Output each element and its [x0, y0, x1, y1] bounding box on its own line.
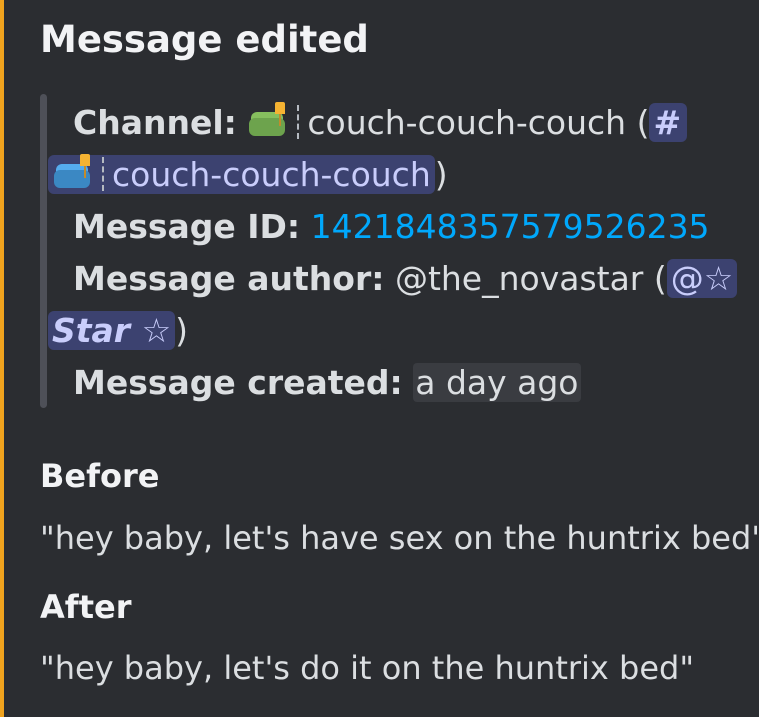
- channel-mention-continued: couch-couch-couch): [48, 149, 448, 201]
- author-username: @the_novastar: [394, 259, 644, 298]
- channel-mention[interactable]: couch-couch-couch: [48, 152, 435, 194]
- after-title: After: [40, 588, 132, 626]
- before-text: "hey baby, let's have sex on the huntrix…: [40, 519, 759, 557]
- message-created-field: Message created: a day ago: [73, 357, 581, 409]
- embed-accent-bar: [0, 0, 4, 717]
- divider-icon: [297, 105, 300, 139]
- blockquote-bar: [40, 94, 47, 408]
- message-id-field: Message ID: 1421848357579526235: [73, 201, 710, 253]
- channel-close-paren: ): [434, 155, 448, 194]
- hash-icon: #: [653, 103, 682, 142]
- message-id-label: Message ID:: [73, 207, 301, 246]
- author-open-paren: (: [653, 259, 667, 298]
- after-text: "hey baby, let's do it on the huntrix be…: [40, 649, 695, 687]
- user-mention-continued: Star ☆): [48, 305, 188, 357]
- embed-title: Message edited: [40, 18, 369, 61]
- channel-mention-name: couch-couch-couch: [112, 155, 431, 194]
- user-mention-name[interactable]: Star ☆: [48, 311, 176, 350]
- channel-open-paren: (: [636, 103, 650, 142]
- user-mention-prefix[interactable]: @☆: [666, 259, 738, 298]
- couch-lamp-emoji-blue-icon: [52, 152, 98, 192]
- message-author-field: Message author: @the_novastar (@☆: [73, 253, 738, 305]
- message-author-label: Message author:: [73, 259, 385, 298]
- message-id-link[interactable]: 1421848357579526235: [311, 207, 710, 246]
- author-close-paren: ): [175, 311, 189, 350]
- message-created-label: Message created:: [73, 363, 403, 402]
- couch-lamp-emoji-green-icon: [247, 100, 293, 140]
- before-title: Before: [40, 457, 160, 495]
- channel-label: Channel:: [73, 103, 237, 142]
- channel-field: Channel: couch-couch-couch (#: [73, 97, 688, 149]
- divider-icon: [102, 157, 104, 191]
- message-edited-embed: Message edited Channel: couch-couch-couc…: [0, 0, 759, 717]
- relative-timestamp[interactable]: a day ago: [413, 363, 581, 402]
- channel-mention-hash-part[interactable]: #: [649, 103, 688, 142]
- channel-name: couch-couch-couch: [307, 103, 627, 142]
